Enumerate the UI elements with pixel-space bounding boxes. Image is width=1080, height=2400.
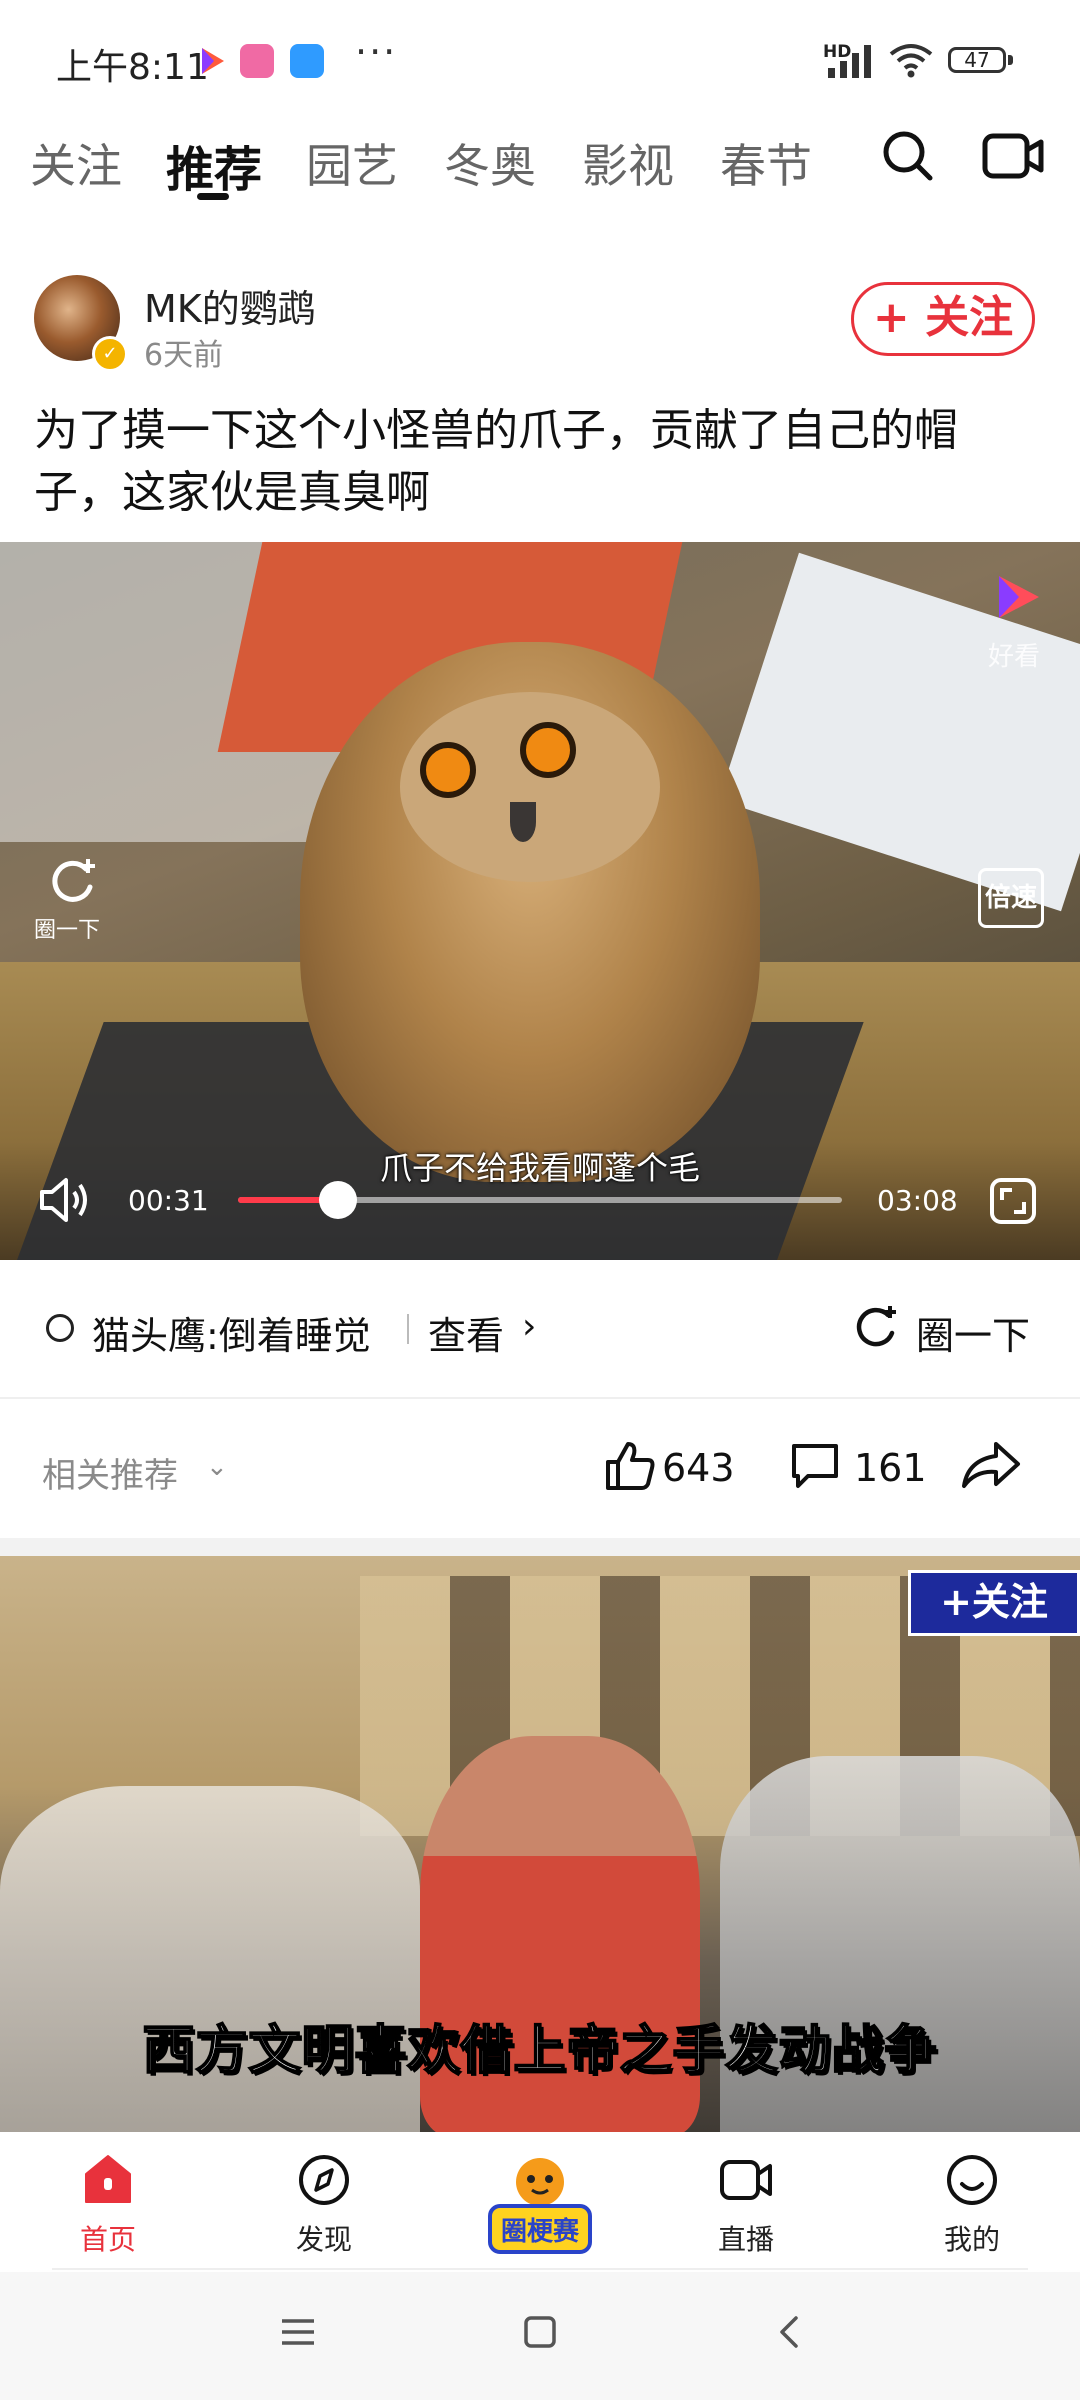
nav-divider [52, 2268, 1028, 2270]
volume-icon[interactable] [36, 1172, 96, 1228]
tiger-badge-text: 圈梗赛 [501, 2216, 580, 2247]
wifi-icon [889, 44, 933, 78]
owl-beak [510, 802, 536, 842]
battery-tip [1008, 55, 1013, 65]
signal-icon [828, 45, 871, 78]
progress-handle[interactable] [318, 1181, 357, 1219]
pink-app-icon [240, 44, 274, 78]
haokan-logo-text: 好看 [988, 642, 1041, 672]
back-icon[interactable] [770, 2312, 810, 2352]
follow-button[interactable]: + 关注 [851, 282, 1035, 356]
topic-circle-icon [46, 1314, 74, 1342]
topic-separator [407, 1314, 409, 1344]
chevron-right-icon: › [522, 1306, 537, 1347]
menu-icon[interactable] [278, 2312, 318, 2352]
topic-text[interactable]: 猫头鹰:倒着睡觉 [92, 1305, 371, 1360]
thumbs-up-icon[interactable] [602, 1438, 658, 1494]
divider [0, 1397, 1080, 1399]
haokan-logo-icon [999, 576, 1039, 618]
nav-live-label[interactable]: 直播 [686, 2218, 806, 2258]
status-bar: 上午8:11 ··· HD 47 [0, 0, 1080, 110]
circle-share-icon[interactable] [852, 1303, 900, 1351]
fullscreen-icon[interactable] [988, 1176, 1038, 1226]
search-icon[interactable] [880, 128, 934, 182]
nav-discover-label[interactable]: 发现 [264, 2218, 384, 2258]
comment-count: 161 [854, 1446, 927, 1490]
home-icon[interactable] [80, 2152, 136, 2208]
share-icon[interactable] [960, 1438, 1022, 1494]
play-icon[interactable] [500, 318, 590, 408]
playback-speed-button[interactable]: 倍速 [978, 868, 1044, 928]
camera-icon[interactable] [982, 130, 1044, 182]
video-duration: 03:08 [877, 1184, 958, 1217]
tab-winter-olympics[interactable]: 冬奥 [444, 130, 536, 196]
like-count: 643 [662, 1446, 735, 1490]
status-time: 上午8:11 [56, 47, 209, 88]
compass-icon[interactable] [296, 2152, 352, 2208]
circle-share-button[interactable]: 圈一下 [916, 1305, 1030, 1360]
next-video-follow-badge[interactable]: +关注 [908, 1570, 1080, 1636]
active-tab-indicator [197, 193, 229, 200]
chevron-down-icon: ⌄ [206, 1452, 228, 1482]
tab-recommended[interactable]: 推荐 [166, 130, 262, 200]
comment-icon[interactable] [788, 1440, 842, 1492]
post-title[interactable]: 为了摸一下这个小怪兽的爪子，贡献了自己的帽子，这家伙是真臭啊 [34, 400, 1034, 524]
related-recommend-toggle[interactable]: 相关推荐 [42, 1448, 178, 1497]
nav-mine-label[interactable]: 我的 [912, 2218, 1032, 2258]
post-time: 6天前 [144, 338, 224, 373]
owl-eye-left [420, 742, 476, 798]
verified-badge-icon: ✓ [92, 336, 128, 372]
smiley-icon[interactable] [944, 2152, 1000, 2208]
tab-spring-festival[interactable]: 春节 [720, 130, 812, 196]
live-camera-icon[interactable] [718, 2152, 774, 2208]
tab-gardening[interactable]: 园艺 [306, 130, 398, 196]
next-video-caption: 西方文明喜欢借上帝之手发动战争 [141, 2020, 938, 2082]
battery-indicator: 47 [948, 47, 1006, 73]
tiger-badge[interactable]: 圈梗赛 [482, 2148, 598, 2258]
circle-share-label[interactable]: 圈一下 [34, 912, 100, 944]
video-app-icon [196, 44, 230, 78]
status-more-icon: ··· [355, 30, 398, 74]
tab-follow[interactable]: 关注 [30, 130, 122, 196]
circle-share-icon[interactable] [46, 855, 100, 909]
current-time: 00:31 [128, 1184, 209, 1217]
nav-home-label[interactable]: 首页 [48, 2218, 168, 2258]
section-divider [0, 1538, 1080, 1556]
blue-app-icon [290, 44, 324, 78]
topic-view-link[interactable]: 查看 [428, 1305, 504, 1360]
video-subtitle: 爪子不给我看啊蓬个毛 [379, 1149, 700, 1187]
home-square-icon[interactable] [520, 2312, 560, 2352]
author-name[interactable]: MK的鹦鹉 [144, 278, 316, 333]
owl-eye-right [520, 722, 576, 778]
tab-film-tv[interactable]: 影视 [582, 130, 674, 196]
